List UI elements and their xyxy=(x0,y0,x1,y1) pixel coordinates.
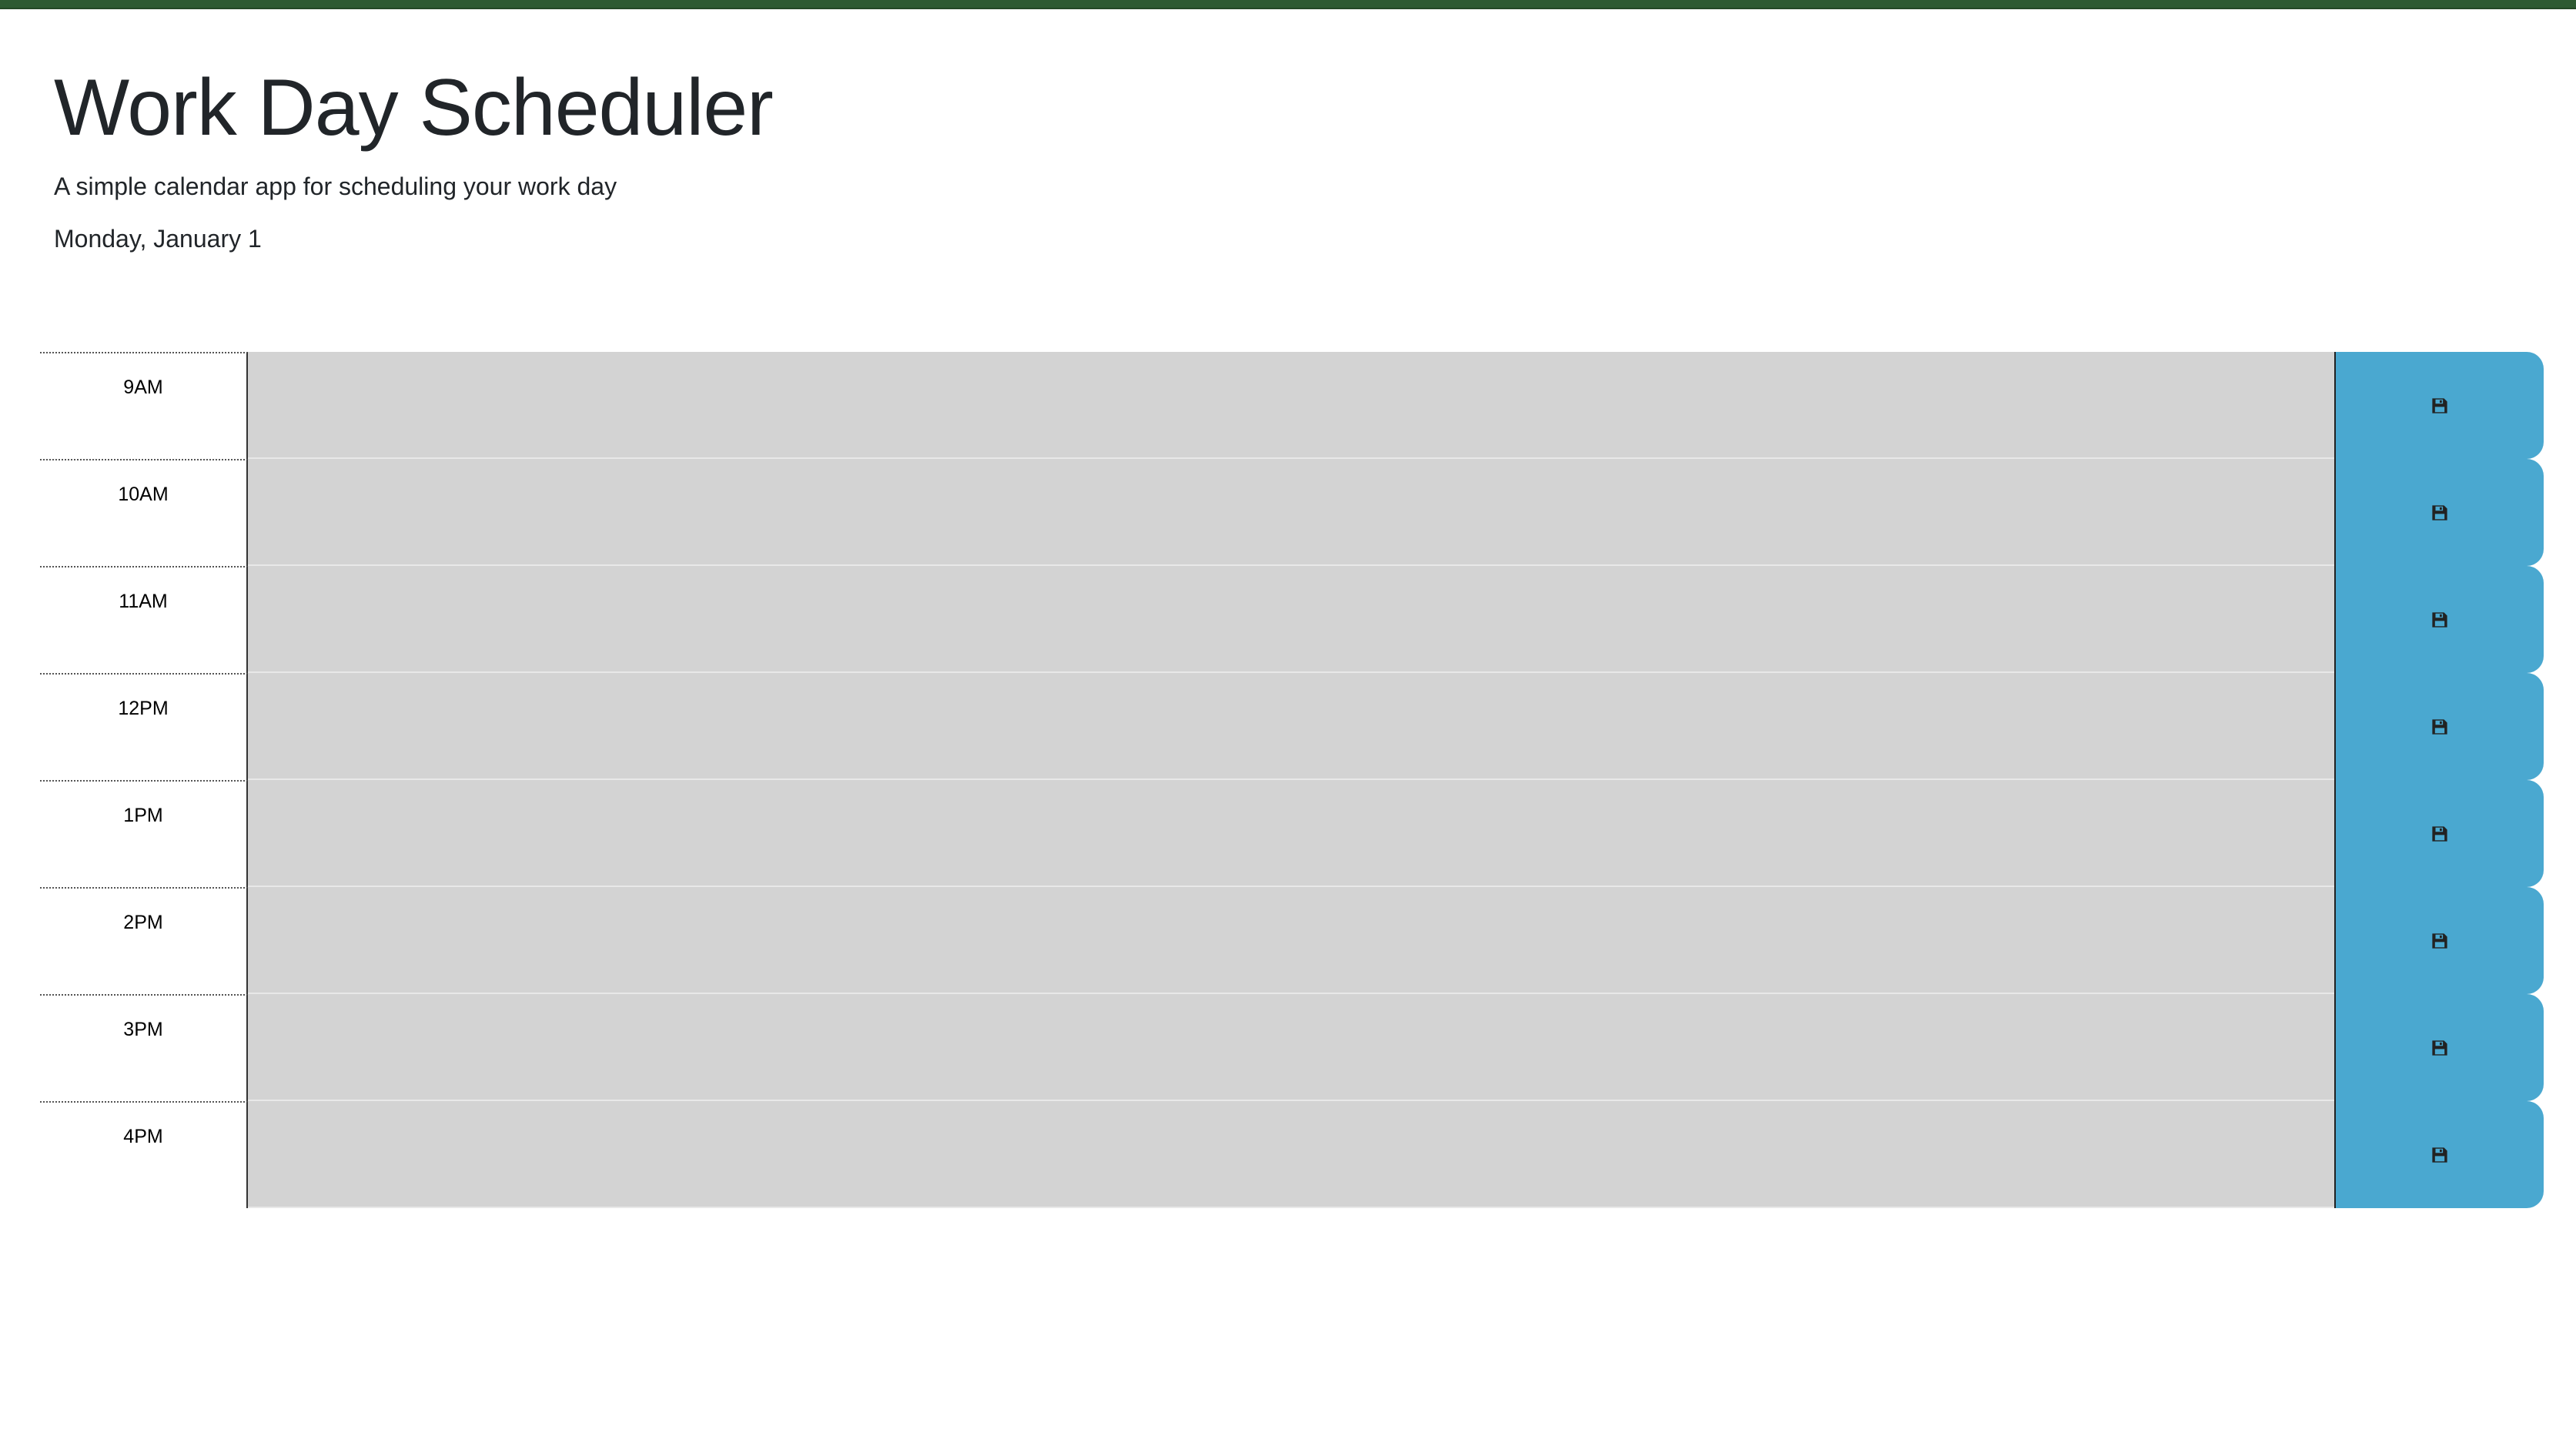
event-description-input[interactable] xyxy=(248,887,2334,994)
hour-label: 3PM xyxy=(40,994,248,1101)
jumbotron-header: Work Day Scheduler A simple calendar app… xyxy=(54,54,774,254)
floppy-disk-icon xyxy=(2432,1147,2447,1163)
event-description-input[interactable] xyxy=(248,1101,2334,1208)
time-block-row: 12PM xyxy=(40,673,2544,780)
save-button[interactable] xyxy=(2334,780,2544,887)
floppy-disk-icon xyxy=(2432,1040,2447,1056)
event-description-input[interactable] xyxy=(248,780,2334,887)
floppy-disk-icon xyxy=(2432,397,2447,413)
hour-label: 4PM xyxy=(40,1101,248,1208)
time-block-row: 1PM xyxy=(40,780,2544,887)
top-accent-bar xyxy=(0,0,2576,9)
floppy-disk-icon xyxy=(2432,718,2447,735)
save-button[interactable] xyxy=(2334,887,2544,994)
save-button[interactable] xyxy=(2334,566,2544,673)
time-block-row: 3PM xyxy=(40,994,2544,1101)
floppy-disk-icon xyxy=(2432,825,2447,842)
hour-label: 1PM xyxy=(40,780,248,887)
hour-label: 9AM xyxy=(40,352,248,459)
event-description-input[interactable] xyxy=(248,459,2334,566)
save-button[interactable] xyxy=(2334,352,2544,459)
time-block-row: 11AM xyxy=(40,566,2544,673)
page-subtitle: A simple calendar app for scheduling you… xyxy=(54,172,617,200)
hour-label: 11AM xyxy=(40,566,248,673)
time-block-row: 10AM xyxy=(40,459,2544,566)
time-block-row: 9AM xyxy=(40,352,2544,459)
floppy-disk-icon xyxy=(2432,932,2447,949)
hour-label: 10AM xyxy=(40,459,248,566)
event-description-input[interactable] xyxy=(248,673,2334,780)
save-button[interactable] xyxy=(2334,459,2544,566)
time-block-row: 2PM xyxy=(40,887,2544,994)
floppy-disk-icon xyxy=(2432,504,2447,521)
scheduler-container: 9AM 10AM 11AM 12PM 1PM 2PM 3PM 4PM xyxy=(40,352,2544,1208)
save-button[interactable] xyxy=(2334,673,2544,780)
hour-label: 12PM xyxy=(40,673,248,780)
page-title: Work Day Scheduler xyxy=(54,63,774,152)
event-description-input[interactable] xyxy=(248,352,2334,459)
save-button[interactable] xyxy=(2334,994,2544,1101)
hour-label: 2PM xyxy=(40,887,248,994)
event-description-input[interactable] xyxy=(248,566,2334,673)
time-block-row: 4PM xyxy=(40,1101,2544,1208)
current-day: Monday, January 1 xyxy=(54,225,262,253)
floppy-disk-icon xyxy=(2432,611,2447,628)
save-button[interactable] xyxy=(2334,1101,2544,1208)
event-description-input[interactable] xyxy=(248,994,2334,1101)
